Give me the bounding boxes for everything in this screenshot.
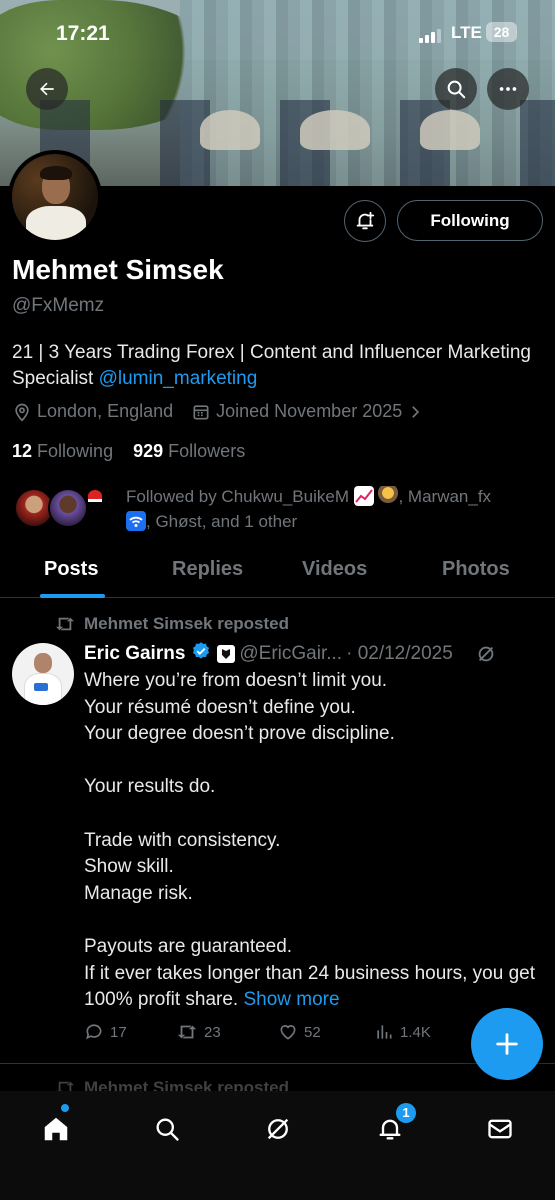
chart-increasing-emoji bbox=[353, 486, 374, 506]
like-button[interactable]: 52 bbox=[278, 1022, 321, 1042]
battery-icon: 28 bbox=[486, 22, 517, 42]
profile-handle: @FxMemz bbox=[12, 295, 105, 316]
show-more-link[interactable]: Show more bbox=[243, 989, 339, 1010]
profile-location: London, England bbox=[37, 401, 174, 421]
wifi-emoji bbox=[126, 511, 146, 531]
repost-icon bbox=[56, 617, 74, 631]
search-button[interactable] bbox=[435, 68, 477, 110]
post-text[interactable]: Where you’re from doesn’t limit you. You… bbox=[84, 668, 549, 1014]
post-header: Eric Gairns @EricGair... · 02/12/2025 bbox=[84, 641, 544, 667]
heart-icon bbox=[280, 1025, 296, 1040]
affiliate-badge-icon bbox=[217, 645, 236, 663]
post-author-avatar[interactable] bbox=[12, 643, 74, 705]
home-icon bbox=[44, 1117, 68, 1141]
tab-videos[interactable]: Videos bbox=[302, 558, 367, 581]
repost-icon bbox=[177, 1025, 197, 1039]
follow-counts: 12 Following 929 Followers bbox=[12, 441, 245, 462]
bio-mention-link[interactable]: @lumin_marketing bbox=[99, 368, 258, 389]
home-unread-dot bbox=[61, 1104, 69, 1112]
nav-grok[interactable] bbox=[258, 1109, 298, 1149]
compose-post-button[interactable] bbox=[471, 1008, 543, 1080]
nav-home[interactable] bbox=[36, 1109, 76, 1149]
nav-messages[interactable] bbox=[480, 1109, 520, 1149]
chevron-right-icon[interactable] bbox=[406, 403, 424, 421]
following-count-link[interactable]: 12 Following bbox=[12, 441, 113, 461]
tab-replies[interactable]: Replies bbox=[172, 558, 243, 581]
post-author-handle[interactable]: @EricGair... bbox=[239, 643, 342, 665]
followed-by-text: Followed by Chukwu_BuikeM , Marwan_fx , … bbox=[126, 486, 492, 531]
bio-text: 21 | 3 Years Trading Forex | Content and… bbox=[12, 342, 531, 389]
person-emoji bbox=[378, 486, 399, 506]
back-button[interactable] bbox=[26, 68, 68, 110]
calendar-icon bbox=[193, 404, 209, 419]
mail-icon bbox=[488, 1119, 512, 1139]
plus-icon bbox=[496, 1033, 518, 1055]
network-label: LTE bbox=[451, 23, 482, 42]
profile-meta: London, England Joined November 2025 bbox=[12, 401, 424, 422]
followers-count-link[interactable]: 929 Followers bbox=[133, 441, 245, 461]
more-button[interactable] bbox=[487, 68, 529, 110]
followed-by-row[interactable]: Followed by Chukwu_BuikeM , Marwan_fx , … bbox=[12, 484, 542, 534]
profile-tabs: Posts Replies Videos Photos bbox=[0, 548, 555, 598]
post-date: · 02/12/2025 bbox=[346, 643, 453, 664]
notifications-subscribe-button[interactable] bbox=[344, 200, 386, 242]
repost-indicator[interactable]: Mehmet Simsek reposted bbox=[54, 614, 289, 634]
tab-posts[interactable]: Posts bbox=[44, 558, 98, 581]
repost-button[interactable]: 23 bbox=[176, 1022, 221, 1042]
profile-avatar[interactable] bbox=[8, 150, 102, 244]
grok-icon bbox=[267, 1118, 289, 1140]
reply-button[interactable]: 17 bbox=[84, 1022, 127, 1042]
more-horizontal-icon bbox=[499, 87, 517, 91]
views-button[interactable]: 1.4K bbox=[374, 1022, 431, 1042]
reply-icon bbox=[86, 1024, 102, 1040]
profile-bio: 21 | 3 Years Trading Forex | Content and… bbox=[12, 340, 532, 392]
search-icon bbox=[447, 80, 466, 99]
bell-plus-icon bbox=[356, 211, 375, 230]
bottom-navigation: 1 bbox=[0, 1091, 555, 1200]
tab-photos[interactable]: Photos bbox=[442, 558, 510, 581]
nav-search[interactable] bbox=[147, 1109, 187, 1149]
verified-badge-icon bbox=[191, 641, 211, 667]
grok-icon[interactable] bbox=[475, 643, 497, 665]
active-tab-indicator bbox=[40, 594, 105, 598]
views-bar-chart-icon bbox=[377, 1025, 392, 1039]
arrow-left-icon bbox=[40, 82, 54, 96]
post-author-name[interactable]: Eric Gairns bbox=[84, 643, 185, 665]
status-bar: 17:21 LTE 28 bbox=[0, 20, 555, 50]
signal-icon bbox=[419, 29, 441, 43]
profile-joined: Joined November 2025 bbox=[216, 401, 403, 421]
notifications-badge: 1 bbox=[396, 1103, 416, 1123]
location-pin-icon bbox=[15, 403, 29, 422]
follower-avatar bbox=[48, 488, 88, 528]
post-divider bbox=[0, 1063, 555, 1064]
status-time: 17:21 bbox=[56, 22, 110, 45]
santa-hat-icon bbox=[88, 490, 102, 502]
profile-name: Mehmet Simsek bbox=[12, 254, 224, 285]
following-button[interactable]: Following bbox=[397, 200, 543, 241]
search-icon bbox=[156, 1118, 179, 1141]
